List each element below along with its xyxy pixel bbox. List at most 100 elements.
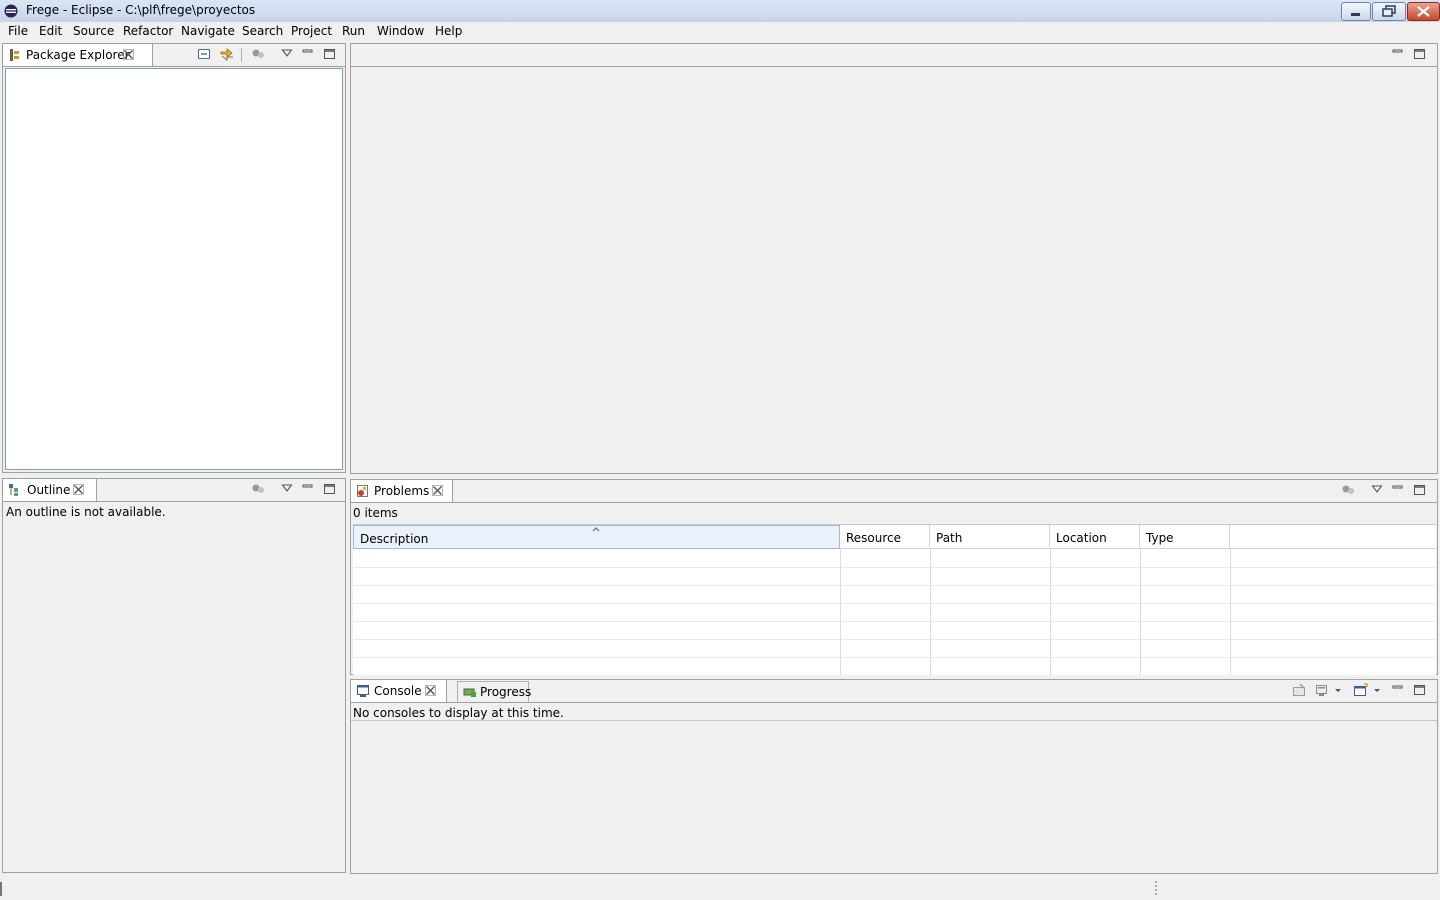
- maximize-view-icon[interactable]: [323, 482, 337, 496]
- minimize-editor-icon[interactable]: [1391, 47, 1405, 61]
- column-header-description[interactable]: Description: [353, 525, 840, 549]
- problems-count: 0 items: [353, 506, 398, 520]
- title-bar[interactable]: Frege - Eclipse - C:\plf\frege\proyectos: [0, 0, 1440, 23]
- window-title: Frege - Eclipse - C:\plf\frege\proyectos: [26, 3, 256, 17]
- menu-bar: File Edit Source Refactor Navigate Searc…: [0, 22, 1440, 42]
- column-header-label: Description: [360, 532, 429, 546]
- progress-label: Progress: [480, 685, 532, 699]
- minimize-view-icon[interactable]: [1391, 483, 1405, 497]
- view-menu-icon[interactable]: [281, 482, 293, 496]
- open-console-icon[interactable]: [1353, 683, 1369, 697]
- column-header-location[interactable]: Location: [1050, 525, 1140, 549]
- column-header-resource[interactable]: Resource: [840, 525, 930, 549]
- menu-navigate[interactable]: Navigate: [181, 24, 235, 38]
- table-column-divider: [840, 549, 841, 675]
- minimize-view-icon[interactable]: [301, 482, 315, 496]
- maximize-view-icon[interactable]: [1413, 683, 1427, 697]
- table-row-divider: [353, 657, 1436, 658]
- problems-table[interactable]: Description Resource Path Location Type: [353, 524, 1436, 675]
- menu-project[interactable]: Project: [291, 24, 332, 38]
- table-column-divider: [930, 549, 931, 675]
- console-view: Console Progress No consoles to display …: [350, 679, 1438, 874]
- sort-ascending-icon: [592, 527, 600, 532]
- pin-console-icon[interactable]: [1292, 683, 1306, 697]
- menu-refactor[interactable]: Refactor: [123, 24, 173, 38]
- console-divider: [351, 720, 1437, 721]
- focus-on-active-task-icon[interactable]: [251, 482, 265, 496]
- editor-area-tabstrip: [351, 44, 1437, 67]
- column-header-label: Location: [1056, 531, 1107, 545]
- close-tab-icon[interactable]: [432, 485, 443, 496]
- tab-outline[interactable]: Outline: [3, 479, 97, 501]
- menu-run[interactable]: Run: [342, 24, 365, 38]
- table-row-divider: [353, 639, 1436, 640]
- close-button[interactable]: [1407, 2, 1440, 21]
- close-tab-icon[interactable]: [425, 685, 436, 696]
- outline-view: Outline An outline is not available.: [2, 478, 346, 873]
- collapse-all-icon[interactable]: [197, 47, 211, 61]
- column-header-filler: [1230, 525, 1436, 549]
- table-column-divider: [1230, 549, 1231, 675]
- tab-problems[interactable]: Problems: [351, 480, 453, 502]
- package-explorer-label: Package Explorer: [26, 48, 130, 62]
- package-explorer-icon: [10, 49, 19, 61]
- menu-edit[interactable]: Edit: [39, 24, 62, 38]
- progress-icon: [463, 688, 476, 697]
- restore-button[interactable]: [1372, 2, 1406, 21]
- package-explorer-view: Package Explorer: [2, 43, 346, 473]
- minimize-button[interactable]: [1341, 2, 1371, 21]
- status-bar: [0, 876, 1440, 900]
- column-header-label: Type: [1146, 531, 1174, 545]
- view-menu-icon[interactable]: [1371, 483, 1383, 497]
- tab-console[interactable]: Console: [351, 680, 447, 702]
- outline-label: Outline: [27, 483, 71, 497]
- menu-search[interactable]: Search: [242, 24, 283, 38]
- tab-package-explorer[interactable]: Package Explorer: [3, 44, 153, 66]
- display-console-dropdown-icon[interactable]: [1334, 683, 1342, 697]
- maximize-view-icon[interactable]: [1413, 483, 1427, 497]
- minimize-view-icon[interactable]: [1391, 683, 1405, 697]
- open-console-dropdown-icon[interactable]: [1373, 683, 1381, 697]
- table-row-divider: [353, 621, 1436, 622]
- package-explorer-tree[interactable]: [5, 68, 343, 470]
- console-icon: [357, 685, 369, 697]
- editor-area: [350, 43, 1438, 474]
- outline-tabstrip: Outline: [3, 479, 345, 502]
- minimize-view-icon[interactable]: [301, 47, 315, 61]
- display-selected-console-icon[interactable]: [1315, 683, 1331, 697]
- focus-on-active-task-icon[interactable]: [251, 47, 265, 61]
- close-tab-icon[interactable]: [73, 484, 84, 495]
- toolbar-separator: [241, 48, 242, 62]
- console-label: Console: [374, 684, 422, 698]
- close-icon: [1417, 6, 1430, 17]
- problems-label: Problems: [374, 484, 430, 498]
- restore-icon: [1382, 5, 1396, 17]
- outline-message: An outline is not available.: [6, 505, 166, 519]
- tab-progress[interactable]: Progress: [457, 681, 532, 702]
- minimize-icon: [1351, 13, 1360, 16]
- table-row-divider: [353, 603, 1436, 604]
- link-with-editor-icon[interactable]: [219, 47, 235, 61]
- problems-view: Problems 0 items Description Resource Pa…: [350, 479, 1438, 675]
- console-message: No consoles to display at this time.: [353, 706, 564, 720]
- menu-window[interactable]: Window: [377, 24, 424, 38]
- problems-icon: [357, 485, 368, 497]
- column-header-path[interactable]: Path: [930, 525, 1050, 549]
- table-row-divider: [353, 585, 1436, 586]
- status-bar-left-trim: [0, 882, 2, 896]
- column-header-type[interactable]: Type: [1140, 525, 1230, 549]
- focus-on-active-task-icon[interactable]: [1341, 483, 1355, 497]
- problems-tabstrip: Problems: [351, 480, 1437, 503]
- outline-icon: [9, 484, 18, 496]
- view-menu-icon[interactable]: [281, 47, 293, 61]
- maximize-view-icon[interactable]: [323, 47, 337, 61]
- menu-source[interactable]: Source: [73, 24, 114, 38]
- menu-help[interactable]: Help: [435, 24, 462, 38]
- table-column-divider: [1140, 549, 1141, 675]
- maximize-editor-icon[interactable]: [1413, 47, 1427, 61]
- table-column-divider: [1050, 549, 1051, 675]
- menu-file[interactable]: File: [8, 24, 28, 38]
- status-bar-separator-handle[interactable]: [1154, 880, 1158, 896]
- close-tab-icon[interactable]: [123, 49, 134, 60]
- console-tabstrip: Console Progress: [351, 680, 1437, 703]
